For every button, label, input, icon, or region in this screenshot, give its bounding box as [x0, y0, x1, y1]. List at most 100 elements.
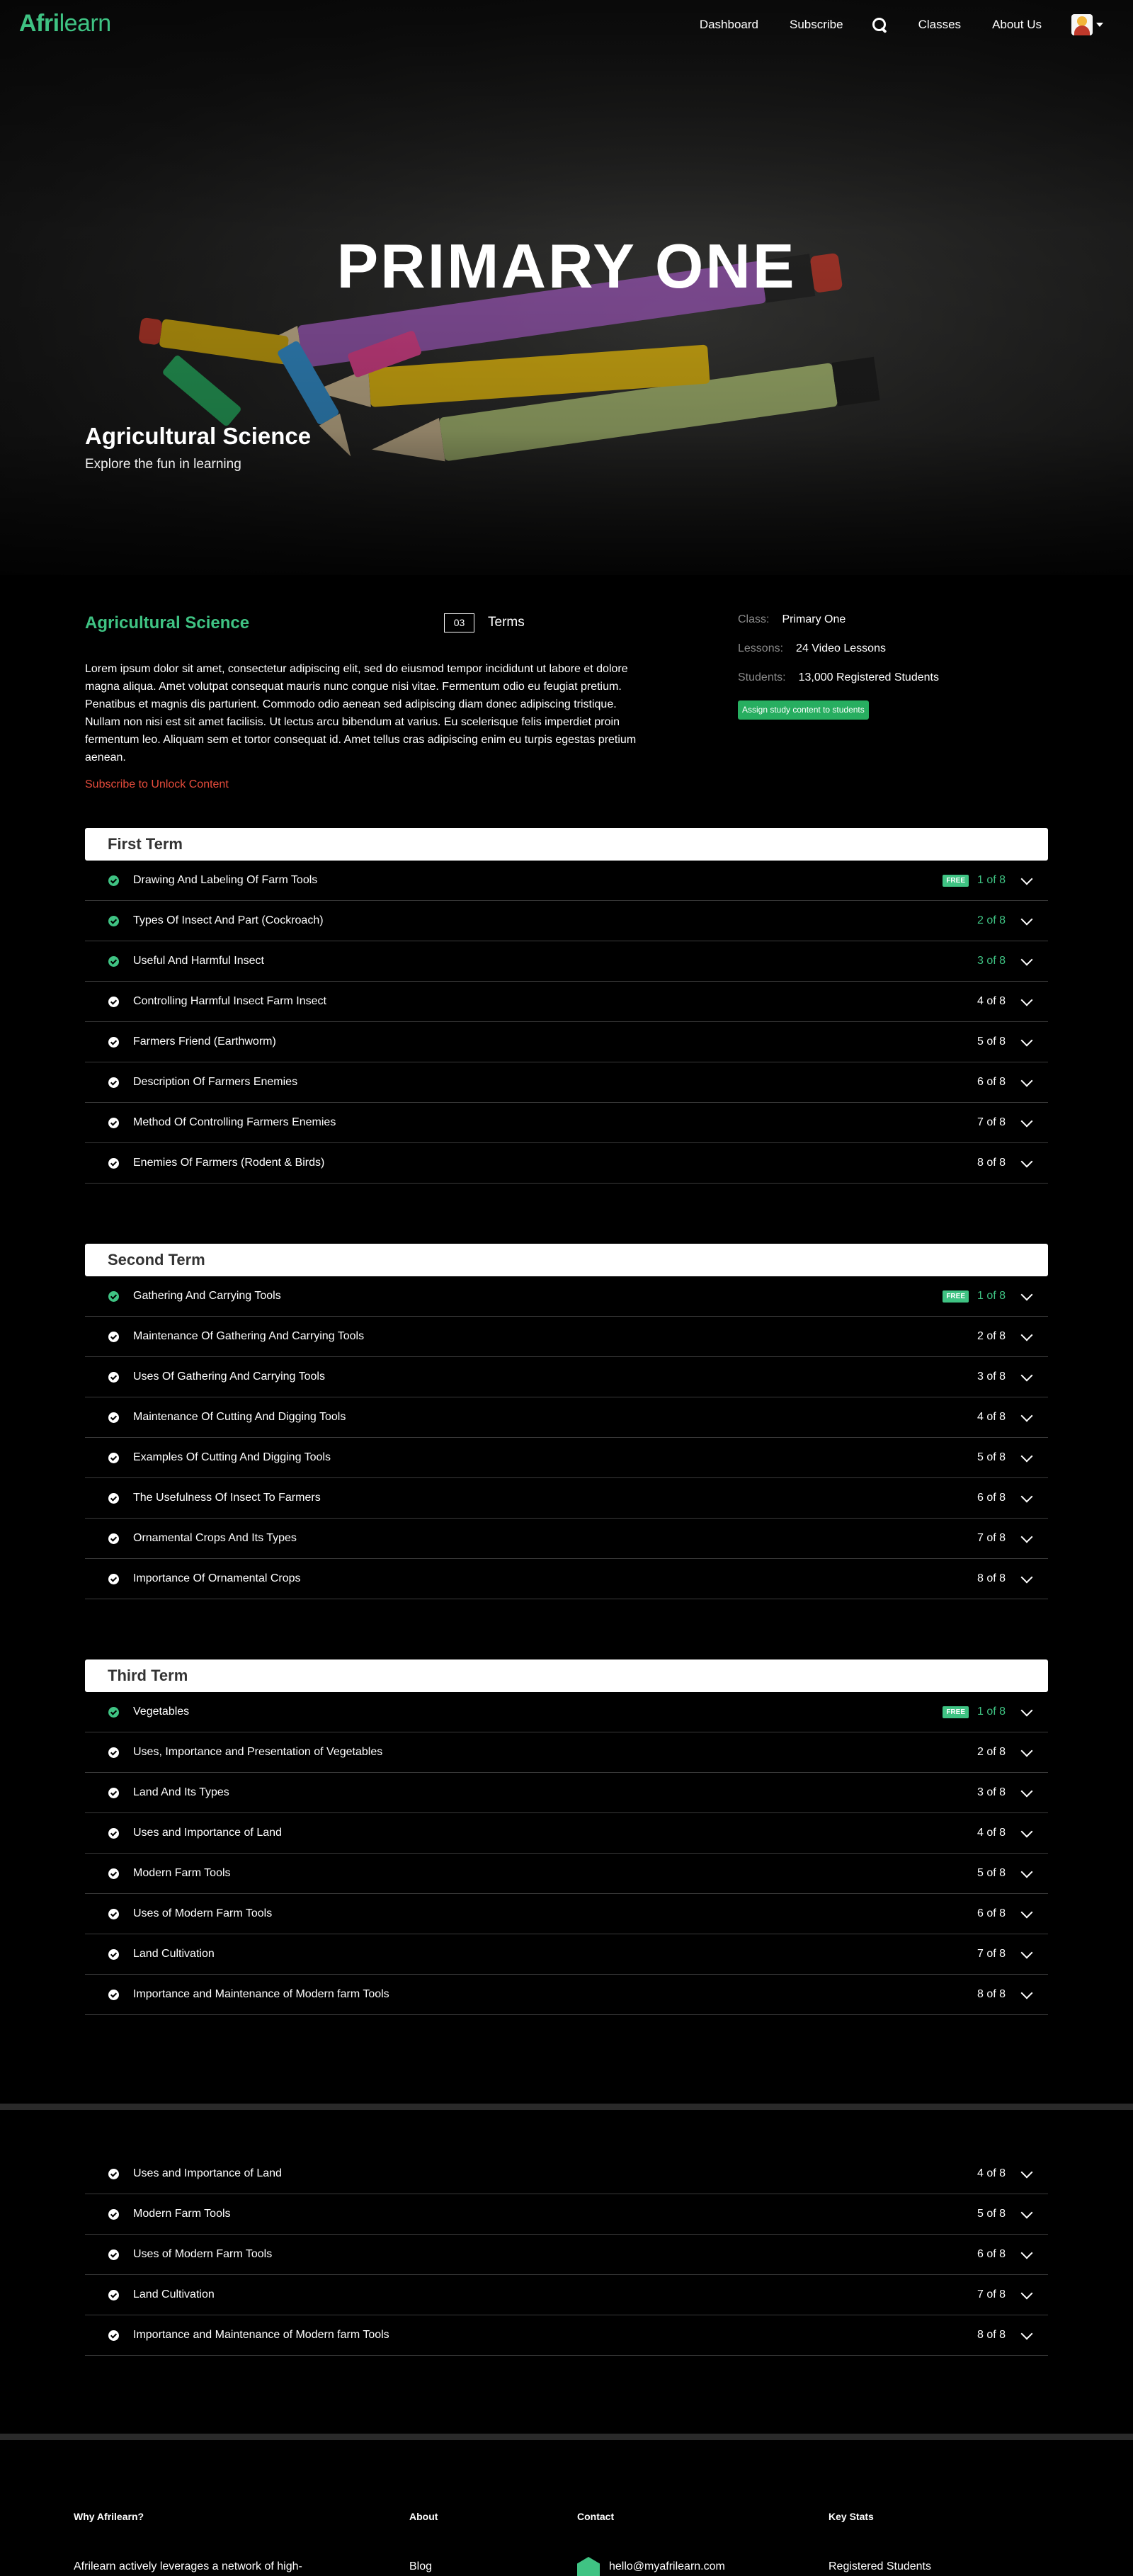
- chevron-down-icon[interactable]: [1020, 1450, 1033, 1463]
- chevron-down-icon[interactable]: [1020, 1906, 1033, 1919]
- chevron-down-icon[interactable]: [1020, 994, 1033, 1006]
- chevron-down-icon[interactable]: [1020, 1409, 1033, 1422]
- chevron-down-icon[interactable]: [1020, 1155, 1033, 1168]
- check-circle-icon: [108, 1747, 119, 1758]
- lesson-row[interactable]: Modern Farm Tools 5 of 8: [85, 1854, 1048, 1894]
- chevron-down-icon[interactable]: [1020, 873, 1033, 885]
- lesson-row[interactable]: Land Cultivation 7 of 8: [85, 1934, 1048, 1975]
- nav-subscribe[interactable]: Subscribe: [790, 18, 843, 32]
- footer-stats-link[interactable]: Registered Students: [829, 2560, 931, 2573]
- chevron-down-icon[interactable]: [1020, 2166, 1033, 2179]
- chevron-down-icon[interactable]: [1020, 1825, 1033, 1838]
- lesson-row[interactable]: Land Cultivation 7 of 8: [85, 2275, 1048, 2315]
- lesson-count: 2 of 8: [977, 1746, 1006, 1758]
- chevron-down-icon[interactable]: [1020, 2287, 1033, 2300]
- lesson-row[interactable]: Useful And Harmful Insect 3 of 8: [85, 941, 1048, 982]
- extra-lessons: Uses and Importance of Land 4 of 8 Modern …: [85, 2154, 1048, 2356]
- nav-classes[interactable]: Classes: [918, 18, 961, 32]
- chevron-down-icon[interactable]: [1020, 1329, 1033, 1341]
- chevron-down-icon[interactable]: [1020, 1490, 1033, 1503]
- chevron-down-icon[interactable]: [1020, 1946, 1033, 1959]
- chevron-down-icon[interactable]: [1020, 1531, 1033, 1543]
- check-circle-icon: [108, 1036, 119, 1048]
- lesson-title: Land Cultivation: [133, 1948, 215, 1960]
- lesson-row[interactable]: Ornamental Crops And Its Types 7 of 8: [85, 1519, 1048, 1559]
- chevron-down-icon[interactable]: [1020, 1744, 1033, 1757]
- check-circle-icon: [108, 2208, 119, 2220]
- chevron-down-icon[interactable]: [1020, 1288, 1033, 1301]
- footer-why-heading: Why Afrilearn?: [74, 2511, 144, 2522]
- chevron-down-icon[interactable]: [1096, 23, 1103, 27]
- nav-dashboard[interactable]: Dashboard: [700, 18, 758, 32]
- lesson-title: Description Of Farmers Enemies: [133, 1076, 298, 1088]
- chevron-down-icon[interactable]: [1020, 953, 1033, 966]
- lesson-count: 1 of 8: [977, 1706, 1006, 1718]
- chevron-down-icon[interactable]: [1020, 2206, 1033, 2219]
- lesson-title: Gathering And Carrying Tools: [133, 1290, 281, 1302]
- lessons-label: Lessons:: [738, 642, 784, 654]
- check-circle-icon: [108, 1157, 119, 1169]
- lesson-count: 5 of 8: [977, 1451, 1006, 1463]
- subscribe-unlock-link[interactable]: Subscribe to Unlock Content: [85, 778, 229, 791]
- lesson-row[interactable]: Types Of Insect And Part (Cockroach) 2 of…: [85, 901, 1048, 941]
- chevron-down-icon[interactable]: [1020, 913, 1033, 926]
- chevron-down-icon[interactable]: [1020, 2327, 1033, 2340]
- lesson-row[interactable]: Drawing And Labeling Of Farm Tools FREE 1 …: [85, 861, 1048, 901]
- lesson-row[interactable]: Vegetables FREE 1 of 8: [85, 1692, 1048, 1732]
- lesson-row[interactable]: Farmers Friend (Earthworm) 5 of 8: [85, 1022, 1048, 1062]
- lesson-row[interactable]: Uses and Importance of Land 4 of 8: [85, 2154, 1048, 2194]
- lesson-row[interactable]: Uses, Importance and Presentation of Veg…: [85, 1732, 1048, 1773]
- lesson-row[interactable]: Importance and Maintenance of Modern far…: [85, 2315, 1048, 2356]
- lesson-row[interactable]: The Usefulness Of Insect To Farmers 6 of …: [85, 1478, 1048, 1519]
- chevron-down-icon[interactable]: [1020, 1369, 1033, 1382]
- lesson-row[interactable]: Maintenance Of Gathering And Carrying To…: [85, 1317, 1048, 1357]
- chevron-down-icon[interactable]: [1020, 1866, 1033, 1878]
- chevron-down-icon[interactable]: [1020, 1074, 1033, 1087]
- lesson-row[interactable]: Method Of Controlling Farmers Enemies 7 o…: [85, 1103, 1048, 1143]
- footer-blog-link[interactable]: Blog: [409, 2560, 432, 2573]
- hero-banner: PRIMARY ONE Agricultural Science Explore…: [0, 0, 1133, 575]
- chevron-down-icon[interactable]: [1020, 1115, 1033, 1128]
- lesson-row[interactable]: Gathering And Carrying Tools FREE 1 of 8: [85, 1276, 1048, 1317]
- logo[interactable]: Afrilearn: [19, 10, 111, 38]
- lesson-title: Importance and Maintenance of Modern far…: [133, 2329, 389, 2341]
- lesson-row[interactable]: Modern Farm Tools 5 of 8: [85, 2194, 1048, 2235]
- lesson-count: 6 of 8: [977, 2248, 1006, 2260]
- avatar[interactable]: [1071, 14, 1093, 35]
- lesson-row[interactable]: Controlling Harmful Insect Farm Insect 4 …: [85, 982, 1048, 1022]
- lesson-row[interactable]: Examples Of Cutting And Digging Tools 5 o…: [85, 1438, 1048, 1478]
- chevron-down-icon[interactable]: [1020, 1034, 1033, 1047]
- check-circle-icon: [108, 2330, 119, 2341]
- lesson-row[interactable]: Uses and Importance of Land 4 of 8: [85, 1813, 1048, 1854]
- term-header[interactable]: Third Term: [85, 1659, 1048, 1692]
- lesson-row[interactable]: Uses of Modern Farm Tools 6 of 8: [85, 2235, 1048, 2275]
- lesson-row[interactable]: Importance Of Ornamental Crops 8 of 8: [85, 1559, 1048, 1599]
- lesson-row[interactable]: Land And Its Types 3 of 8: [85, 1773, 1048, 1813]
- lesson-title: Controlling Harmful Insect Farm Insect: [133, 995, 326, 1007]
- lesson-row[interactable]: Maintenance Of Cutting And Digging Tools…: [85, 1397, 1048, 1438]
- mail-icon: [577, 2557, 600, 2576]
- lesson-row[interactable]: Description Of Farmers Enemies 6 of 8: [85, 1062, 1048, 1103]
- footer-email-link[interactable]: hello@myafrilearn.com: [609, 2560, 725, 2573]
- lesson-row[interactable]: Enemies Of Farmers (Rodent & Birds) 8 of …: [85, 1143, 1048, 1184]
- chevron-down-icon[interactable]: [1020, 1785, 1033, 1798]
- lesson-title: Importance and Maintenance of Modern far…: [133, 1988, 389, 2000]
- lesson-row[interactable]: Uses of Modern Farm Tools 6 of 8: [85, 1894, 1048, 1934]
- chevron-down-icon[interactable]: [1020, 1704, 1033, 1717]
- footer-divider: [0, 2434, 1133, 2440]
- lesson-count: 7 of 8: [977, 1948, 1006, 1960]
- lesson-title: The Usefulness Of Insect To Farmers: [133, 1492, 321, 1504]
- nav-about-us[interactable]: About Us: [992, 18, 1042, 32]
- lesson-title: Types Of Insect And Part (Cockroach): [133, 914, 324, 926]
- chevron-down-icon[interactable]: [1020, 2247, 1033, 2259]
- lesson-title: Uses and Importance of Land: [133, 2167, 282, 2179]
- lesson-row[interactable]: Importance and Maintenance of Modern far…: [85, 1975, 1048, 2015]
- search-icon[interactable]: [872, 17, 887, 33]
- assign-content-button[interactable]: Assign study content to students: [738, 700, 869, 720]
- lesson-count: 5 of 8: [977, 1867, 1006, 1879]
- chevron-down-icon[interactable]: [1020, 1987, 1033, 1999]
- term-header[interactable]: Second Term: [85, 1244, 1048, 1276]
- term-header[interactable]: First Term: [85, 828, 1048, 861]
- chevron-down-icon[interactable]: [1020, 1571, 1033, 1584]
- lesson-row[interactable]: Uses Of Gathering And Carrying Tools 3 of…: [85, 1357, 1048, 1397]
